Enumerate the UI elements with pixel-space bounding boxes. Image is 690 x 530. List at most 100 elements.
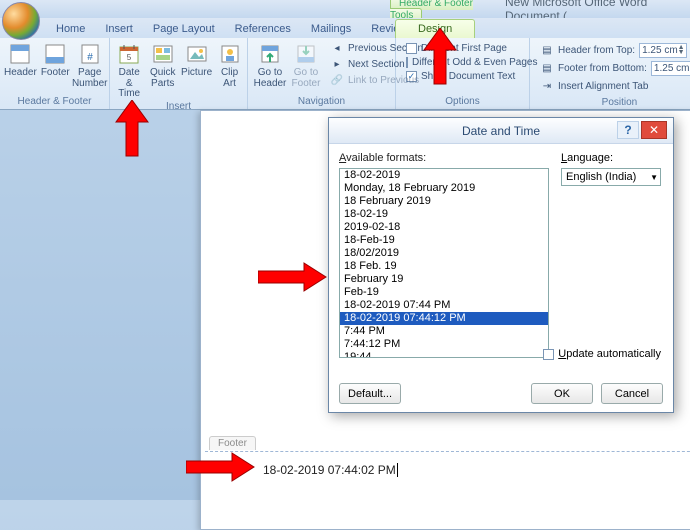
date-time-label: Date & Time <box>114 68 144 100</box>
format-item[interactable]: 18-02-2019 <box>340 169 548 182</box>
link-previous-button[interactable]: 🔗 Link to Previous <box>328 72 425 88</box>
title-bar: Header & Footer Tools New Microsoft Offi… <box>0 0 690 18</box>
prev-section-icon: ◂ <box>330 41 344 55</box>
footer-section-tab: Footer <box>209 436 256 450</box>
format-item[interactable]: 18-02-2019 07:44:12 PM <box>340 312 548 325</box>
date-time-dialog: Date and Time ? ✕ Available formats: 18-… <box>328 117 674 413</box>
footer-icon <box>43 42 67 66</box>
chevron-down-icon: ▼ <box>650 173 658 182</box>
page-number-button[interactable]: # Page Number <box>74 40 106 89</box>
header-from-top-row: ▤ Header from Top: 1.25 cm▲▼ <box>538 42 690 59</box>
clip-art-button[interactable]: Clip Art <box>216 40 243 89</box>
format-item[interactable]: Feb-19 <box>340 286 548 299</box>
tab-insert[interactable]: Insert <box>95 20 143 38</box>
calendar-icon: 5 <box>117 42 141 66</box>
annotation-arrow-right-2 <box>186 452 256 482</box>
annotation-arrow-up-2 <box>422 28 458 86</box>
dialog-close-button[interactable]: ✕ <box>641 121 667 139</box>
alignment-tab-icon: ⇥ <box>540 79 554 93</box>
goto-header-button[interactable]: Go to Header <box>252 40 288 89</box>
default-button[interactable]: Default... <box>339 383 401 404</box>
date-time-button[interactable]: 5 Date & Time <box>114 40 144 100</box>
format-item[interactable]: 18 February 2019 <box>340 195 548 208</box>
footer-button[interactable]: Footer <box>41 40 70 79</box>
page-number-label: Page Number <box>72 68 108 89</box>
format-item[interactable]: 2019-02-18 <box>340 221 548 234</box>
link-previous-label: Link to Previous <box>348 75 419 86</box>
tab-page-layout[interactable]: Page Layout <box>143 20 225 38</box>
ribbon: Header Footer # Page Number Header & Foo… <box>0 38 690 110</box>
footer-text[interactable]: 18-02-2019 07:44:02 PM <box>263 463 398 478</box>
annotation-arrow-right-1 <box>258 262 328 292</box>
header-top-label: Header from Top: <box>558 45 635 56</box>
group-label-hf: Header & Footer <box>4 95 105 109</box>
page-number-icon: # <box>78 42 102 66</box>
picture-label: Picture <box>181 68 212 79</box>
header-button[interactable]: Header <box>4 40 37 79</box>
next-section-icon: ▸ <box>330 57 344 71</box>
header-icon <box>8 42 32 66</box>
footer-bottom-spinner[interactable]: 1.25 cm▲▼ <box>651 61 690 76</box>
ok-button[interactable]: OK <box>531 383 593 404</box>
dialog-titlebar: Date and Time ? ✕ <box>329 118 673 144</box>
tab-references[interactable]: References <box>225 20 301 38</box>
ribbon-tabs: Home Insert Page Layout References Maili… <box>0 18 690 38</box>
format-item[interactable]: 18-02-19 <box>340 208 548 221</box>
header-top-icon: ▤ <box>540 44 554 58</box>
goto-header-icon <box>258 42 282 66</box>
header-top-spinner[interactable]: 1.25 cm▲▼ <box>639 43 687 58</box>
format-item[interactable]: 7:44 PM <box>340 325 548 338</box>
footer-from-bottom-row: ▤ Footer from Bottom: 1.25 cm▲▼ <box>538 60 690 77</box>
tab-home[interactable]: Home <box>46 20 95 38</box>
cancel-button[interactable]: Cancel <box>601 383 663 404</box>
goto-footer-label: Go to Footer <box>292 68 321 89</box>
goto-header-label: Go to Header <box>254 68 287 89</box>
goto-footer-icon <box>294 42 318 66</box>
insert-alignment-tab-button[interactable]: ⇥ Insert Alignment Tab <box>538 78 690 94</box>
footer-divider <box>205 451 690 452</box>
quick-parts-label: Quick Parts <box>150 68 176 89</box>
checkbox-icon <box>406 43 417 54</box>
format-item[interactable]: 18 Feb. 19 <box>340 260 548 273</box>
group-label-options: Options <box>400 95 525 109</box>
svg-text:#: # <box>87 52 93 63</box>
format-item[interactable]: February 19 <box>340 273 548 286</box>
office-button[interactable] <box>2 2 40 40</box>
language-value: English (India) <box>566 171 636 183</box>
goto-footer-button[interactable]: Go to Footer <box>288 40 324 89</box>
picture-button[interactable]: Picture <box>181 40 212 79</box>
footer-bottom-icon: ▤ <box>540 62 554 76</box>
footer-label: Footer <box>41 68 70 79</box>
link-icon: 🔗 <box>330 73 344 87</box>
footer-bottom-value: 1.25 cm <box>654 63 690 74</box>
clip-art-label: Clip Art <box>221 68 238 89</box>
group-label-nav: Navigation <box>252 95 391 109</box>
dialog-title-text: Date and Time <box>462 124 540 138</box>
language-label: Language: <box>561 152 613 164</box>
update-automatically-check[interactable]: Update automatically <box>543 348 661 360</box>
picture-icon <box>185 42 209 66</box>
checkbox-icon <box>406 57 408 68</box>
annotation-arrow-up-1 <box>114 100 150 158</box>
footer-bottom-label: Footer from Bottom: <box>558 63 647 74</box>
format-item[interactable]: 18-02-2019 07:44 PM <box>340 299 548 312</box>
clip-art-icon <box>218 42 242 66</box>
header-label: Header <box>4 68 37 79</box>
alignment-tab-label: Insert Alignment Tab <box>558 81 648 92</box>
format-item[interactable]: 19:44 <box>340 351 548 358</box>
available-formats-list[interactable]: 18-02-2019Monday, 18 February 201918 Feb… <box>339 168 549 358</box>
svg-text:5: 5 <box>127 53 132 62</box>
format-item[interactable]: 18/02/2019 <box>340 247 548 260</box>
format-item[interactable]: Monday, 18 February 2019 <box>340 182 548 195</box>
available-formats-label: Available formats: <box>339 152 663 164</box>
format-item[interactable]: 7:44:12 PM <box>340 338 548 351</box>
checkbox-icon <box>543 349 554 360</box>
group-label-position: Position <box>534 96 690 110</box>
dialog-help-button[interactable]: ? <box>617 121 639 139</box>
header-top-value: 1.25 cm <box>642 45 678 56</box>
format-item[interactable]: 18-Feb-19 <box>340 234 548 247</box>
language-select[interactable]: English (India) ▼ <box>561 168 661 186</box>
tab-mailings[interactable]: Mailings <box>301 20 361 38</box>
quick-parts-icon <box>151 42 175 66</box>
quick-parts-button[interactable]: Quick Parts <box>148 40 177 89</box>
